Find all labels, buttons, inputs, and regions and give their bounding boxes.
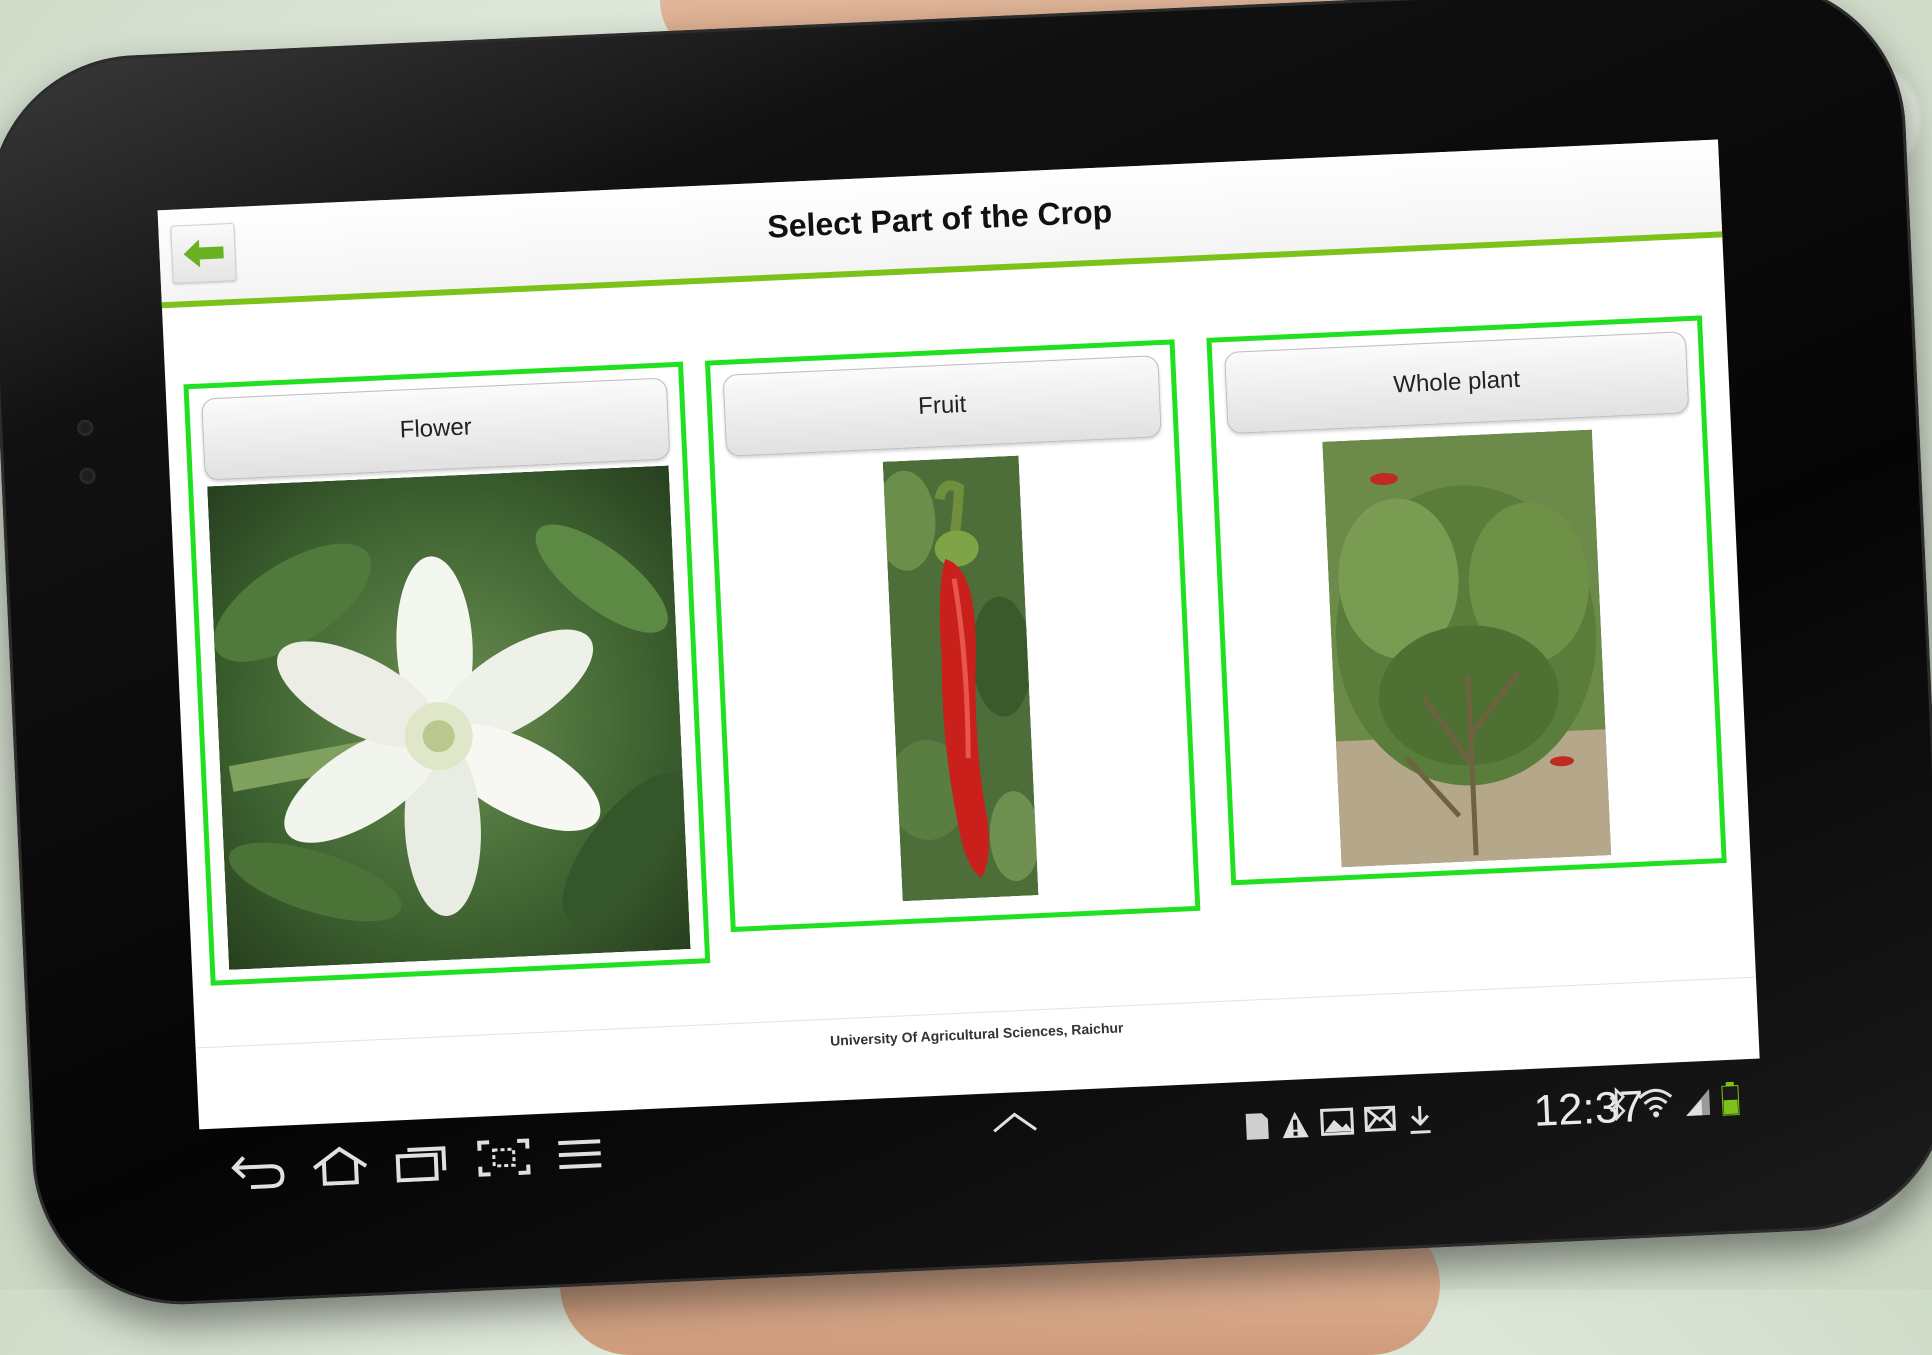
footer-credit: University Of Agricultural Sciences, Rai… bbox=[829, 1019, 1124, 1049]
chilli-plant-image bbox=[1322, 429, 1612, 868]
red-chilli-image bbox=[882, 455, 1039, 902]
card-whole-plant[interactable]: Whole plant bbox=[1206, 315, 1727, 886]
home-icon bbox=[312, 1146, 368, 1186]
sensor-dot bbox=[79, 467, 96, 485]
nav-back-button[interactable] bbox=[222, 1137, 295, 1200]
notification-icons bbox=[1244, 1103, 1435, 1142]
sd-card-icon[interactable] bbox=[1244, 1111, 1271, 1142]
mail-icon[interactable] bbox=[1363, 1105, 1397, 1133]
nav-home-button[interactable] bbox=[304, 1134, 377, 1197]
recent-apps-icon bbox=[395, 1146, 447, 1183]
flower-photo bbox=[207, 465, 691, 970]
menu-icon bbox=[558, 1139, 602, 1170]
card-label-whole-plant[interactable]: Whole plant bbox=[1224, 331, 1690, 435]
card-label-flower[interactable]: Flower bbox=[201, 377, 671, 481]
download-icon[interactable] bbox=[1405, 1103, 1434, 1134]
white-flower-image bbox=[207, 465, 691, 970]
signal-icon bbox=[1686, 1088, 1711, 1116]
card-flower[interactable]: Flower bbox=[183, 361, 711, 986]
fruit-photo bbox=[882, 455, 1039, 902]
bluetooth-icon bbox=[1609, 1087, 1626, 1122]
card-label-fruit[interactable]: Fruit bbox=[722, 355, 1162, 457]
wifi-icon bbox=[1638, 1088, 1673, 1118]
app-drawer-handle[interactable] bbox=[978, 1091, 1051, 1154]
nav-screenshot-button[interactable] bbox=[468, 1126, 541, 1189]
page-title: Select Part of the Crop bbox=[766, 193, 1113, 245]
chevron-up-icon bbox=[993, 1112, 1037, 1133]
gallery-icon[interactable] bbox=[1319, 1107, 1355, 1137]
alert-icon[interactable] bbox=[1280, 1109, 1311, 1140]
connectivity-icons bbox=[1607, 1081, 1740, 1122]
card-fruit[interactable]: Fruit bbox=[704, 339, 1201, 933]
back-icon bbox=[231, 1156, 285, 1190]
nav-recent-button[interactable] bbox=[386, 1130, 459, 1193]
app-screen: Select Part of the Crop Flower Fruit Who… bbox=[157, 139, 1760, 1130]
crop-part-grid: Flower Fruit Whole plant bbox=[165, 314, 1753, 994]
tablet-device: Select Part of the Crop Flower Fruit Who… bbox=[0, 0, 1932, 1311]
screenshot-icon bbox=[477, 1138, 531, 1177]
whole-plant-photo bbox=[1322, 429, 1612, 868]
battery-icon bbox=[1721, 1081, 1740, 1116]
camera-dot bbox=[76, 419, 94, 437]
app-header: Select Part of the Crop bbox=[157, 139, 1723, 309]
nav-menu-button[interactable] bbox=[543, 1123, 616, 1186]
